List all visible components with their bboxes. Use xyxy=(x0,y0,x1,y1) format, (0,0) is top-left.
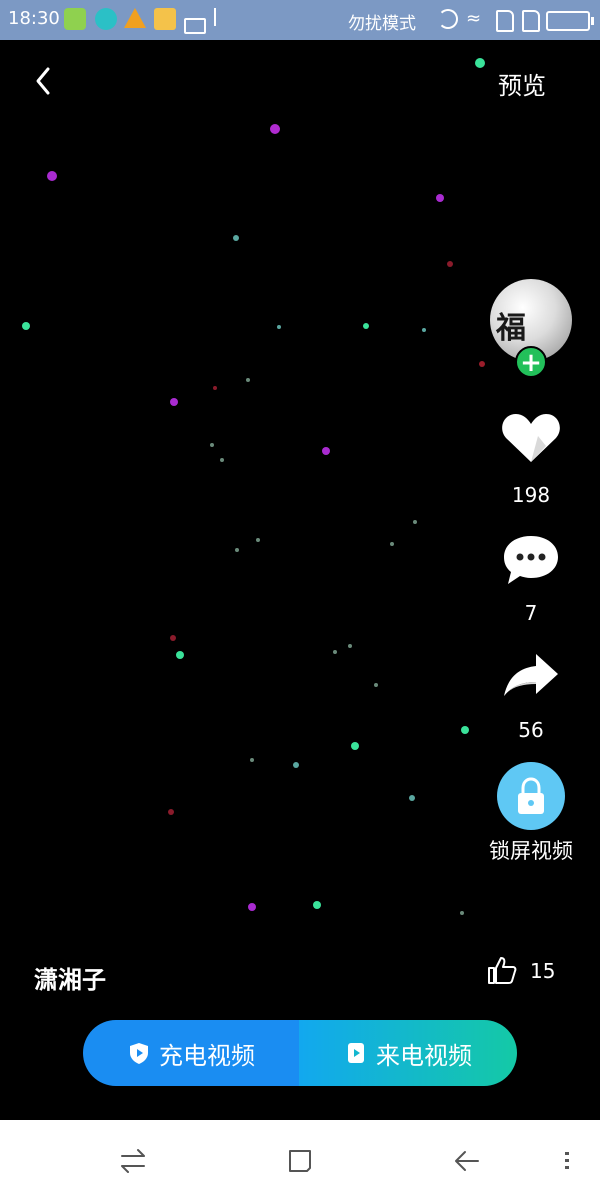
folder-icon xyxy=(154,8,176,30)
status-bar: 18:30 勿扰模式 ≈ xyxy=(0,0,600,40)
signal-icon xyxy=(522,10,540,32)
thumb-up-icon[interactable] xyxy=(486,954,518,986)
thumbs-count: 15 xyxy=(530,959,556,983)
usb-icon xyxy=(214,8,226,26)
back-icon[interactable] xyxy=(30,65,58,97)
app-notification-icon xyxy=(95,8,117,30)
app-notification-icon xyxy=(64,8,86,30)
charge-video-button[interactable]: 充电视频 xyxy=(83,1020,299,1086)
author-name[interactable]: 潇湘子 xyxy=(34,960,106,995)
heart-icon[interactable] xyxy=(500,410,562,466)
status-time: 18:30 xyxy=(8,8,60,29)
dnd-mode-label: 勿扰模式 xyxy=(348,14,416,34)
battery-icon xyxy=(546,11,594,31)
avatar-calligraphy: 福 xyxy=(496,311,526,346)
share-icon[interactable] xyxy=(502,650,560,700)
back-nav-icon[interactable] xyxy=(452,1146,482,1176)
home-icon[interactable] xyxy=(285,1146,315,1176)
shield-play-icon xyxy=(130,1043,148,1064)
ringtone-button-group: 充电视频 来电视频 xyxy=(83,1020,517,1086)
signal-icon xyxy=(496,10,514,32)
follow-button[interactable]: + xyxy=(515,346,547,378)
charge-video-label: 充电视频 xyxy=(159,1041,255,1070)
like-count: 198 xyxy=(511,483,551,507)
brush-icon xyxy=(184,18,206,34)
comment-icon[interactable] xyxy=(500,532,562,588)
lock-screen-video-label: 锁屏视频 xyxy=(489,839,573,863)
lock-screen-video-button[interactable] xyxy=(497,762,565,830)
recent-apps-icon[interactable] xyxy=(118,1146,148,1176)
phone-play-icon xyxy=(348,1043,364,1063)
moon-icon xyxy=(438,9,458,29)
navigation-bar xyxy=(0,1120,600,1200)
call-video-button[interactable]: 来电视频 xyxy=(299,1020,517,1086)
menu-icon[interactable] xyxy=(552,1146,582,1176)
wifi-icon: ≈ xyxy=(466,8,482,29)
share-count: 56 xyxy=(518,718,544,742)
lock-icon xyxy=(518,777,544,814)
warning-icon xyxy=(124,8,146,28)
call-video-label: 来电视频 xyxy=(376,1041,472,1070)
comment-count: 7 xyxy=(524,601,538,625)
preview-button[interactable]: 预览 xyxy=(498,66,546,101)
